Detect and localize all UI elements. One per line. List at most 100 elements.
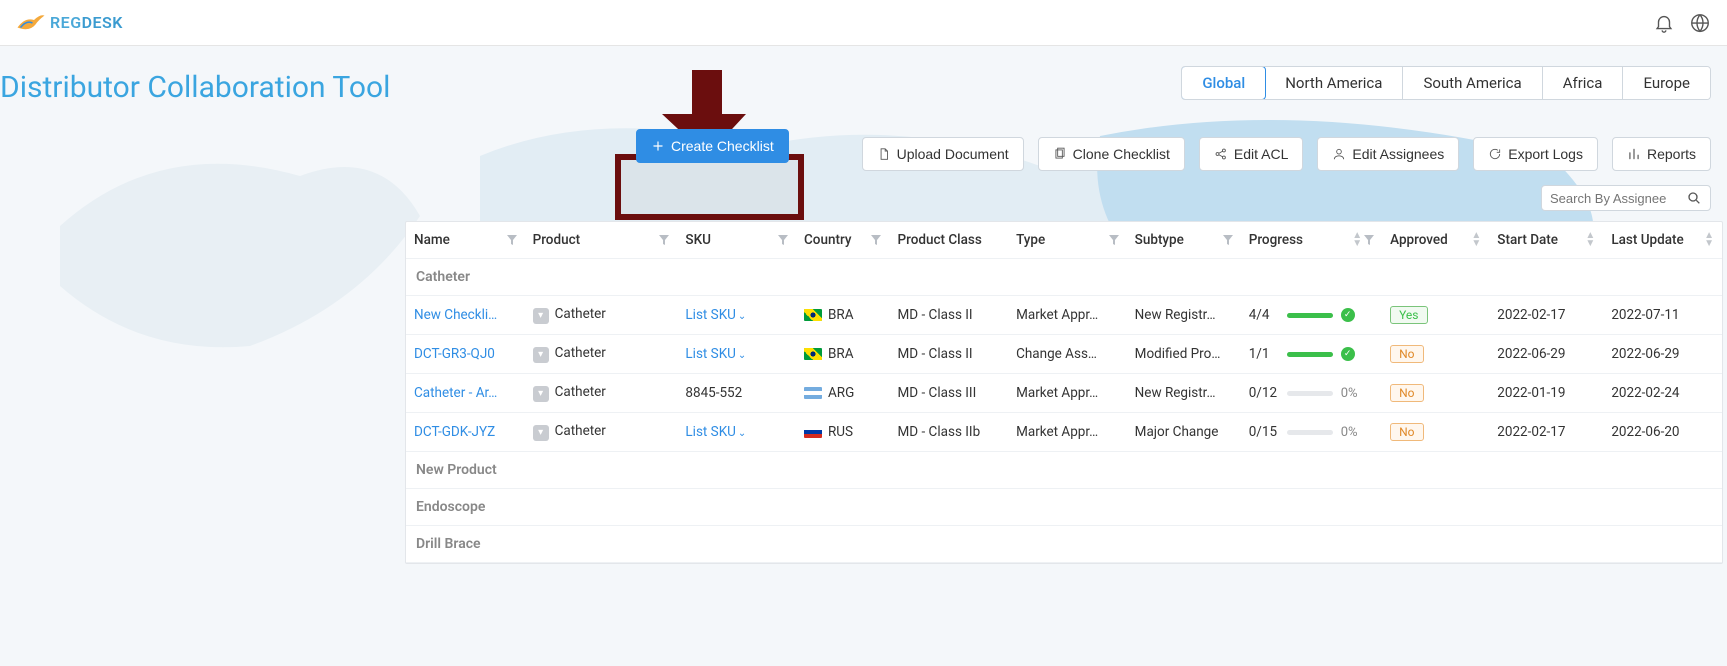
subtype-value: Modified Pro… — [1127, 335, 1241, 374]
sort-icon: ▲▼ — [1704, 232, 1714, 248]
group-row-new-product[interactable]: New Product — [406, 452, 1722, 489]
search-icon[interactable] — [1686, 190, 1702, 206]
region-tab-north-america[interactable]: North America — [1265, 67, 1403, 99]
file-upload-icon — [877, 147, 891, 161]
copy-icon — [1053, 147, 1067, 161]
country-code: BRA — [828, 307, 854, 323]
flag-icon — [804, 309, 822, 321]
type-value: Market Appr… — [1008, 413, 1127, 452]
group-row-endoscope[interactable]: Endoscope — [406, 489, 1722, 526]
table-row: New Checkli… ▾ Catheter List SKU⌄ BRA MD … — [406, 296, 1722, 335]
checklist-name-link[interactable]: New Checkli… — [414, 307, 497, 323]
filter-icon — [507, 235, 517, 245]
progress-cell: 0/120% — [1249, 385, 1374, 401]
last-update-value: 2022-06-29 — [1603, 335, 1722, 374]
country-code: BRA — [828, 346, 854, 362]
start-date-value: 2022-01-19 — [1489, 374, 1603, 413]
col-approved[interactable]: Approved▲▼ — [1382, 222, 1489, 259]
subtype-value: Major Change — [1127, 413, 1241, 452]
flag-icon — [804, 426, 822, 438]
product-value: Catheter — [555, 345, 606, 361]
start-date-value: 2022-02-17 — [1489, 413, 1603, 452]
product-class-value: MD - Class II — [889, 296, 1008, 335]
chevron-down-icon: ⌄ — [738, 428, 746, 439]
sort-icon: ▲▼ — [1352, 232, 1362, 248]
filter-icon — [1364, 235, 1374, 245]
col-product[interactable]: Product — [525, 222, 678, 259]
edit-acl-button[interactable]: Edit ACL — [1199, 137, 1303, 171]
export-logs-button[interactable]: Export Logs — [1473, 137, 1598, 171]
notifications-icon[interactable] — [1653, 12, 1675, 34]
archive-icon[interactable]: ▾ — [533, 425, 549, 441]
sku-link[interactable]: List SKU⌄ — [685, 424, 746, 440]
product-value: Catheter — [555, 384, 606, 400]
country-code: RUS — [828, 424, 853, 440]
last-update-value: 2022-06-20 — [1603, 413, 1722, 452]
refresh-icon — [1488, 147, 1502, 161]
table-row: DCT-GR3-QJ0 ▾ Catheter List SKU⌄ BRA MD -… — [406, 335, 1722, 374]
flag-icon — [804, 348, 822, 360]
approved-badge: No — [1390, 345, 1423, 363]
col-product-class[interactable]: Product Class — [889, 222, 1008, 259]
col-progress[interactable]: Progress▲▼ — [1241, 222, 1382, 259]
product-value: Catheter — [555, 306, 606, 322]
col-name[interactable]: Name — [406, 222, 525, 259]
group-row-catheter[interactable]: Catheter — [406, 259, 1722, 296]
approved-badge: No — [1390, 384, 1423, 402]
col-start-date[interactable]: Start Date▲▼ — [1489, 222, 1603, 259]
actions-row: Create Checklist Upload Document Clone C… — [0, 129, 1727, 171]
product-value: Catheter — [555, 423, 606, 439]
col-subtype[interactable]: Subtype — [1127, 222, 1241, 259]
sort-icon: ▲▼ — [1585, 232, 1595, 248]
sku-value: 8845-552 — [685, 385, 742, 401]
group-row-drill-brace[interactable]: Drill Brace — [406, 526, 1722, 563]
topbar: REGDESK — [0, 0, 1727, 46]
filter-icon — [1223, 235, 1233, 245]
checklist-name-link[interactable]: DCT-GDK-JYZ — [414, 424, 495, 440]
archive-icon[interactable]: ▾ — [533, 308, 549, 324]
logo[interactable]: REGDESK — [16, 12, 123, 34]
logo-bird-icon — [16, 12, 46, 34]
filter-icon — [659, 235, 669, 245]
region-tab-south-america[interactable]: South America — [1403, 67, 1542, 99]
product-class-value: MD - Class III — [889, 374, 1008, 413]
edit-assignees-button[interactable]: Edit Assignees — [1317, 137, 1459, 171]
globe-icon[interactable] — [1689, 12, 1711, 34]
flag-icon — [804, 387, 822, 399]
archive-icon[interactable]: ▾ — [533, 386, 549, 402]
col-type[interactable]: Type — [1008, 222, 1127, 259]
subtype-value: New Registr… — [1127, 374, 1241, 413]
approved-badge: No — [1390, 423, 1423, 441]
col-sku[interactable]: SKU — [677, 222, 796, 259]
sku-link[interactable]: List SKU⌄ — [685, 346, 746, 362]
col-country[interactable]: Country — [796, 222, 890, 259]
type-value: Change Ass… — [1008, 335, 1127, 374]
table-header-row: Name Product SKU Country Product Class T… — [406, 222, 1722, 259]
region-tab-africa[interactable]: Africa — [1543, 67, 1624, 99]
clone-checklist-button[interactable]: Clone Checklist — [1038, 137, 1185, 171]
checklist-name-link[interactable]: DCT-GR3-QJ0 — [414, 346, 495, 362]
search-assignee-input[interactable] — [1550, 191, 1686, 206]
checklist-name-link[interactable]: Catheter - Ar… — [414, 385, 497, 401]
archive-icon[interactable]: ▾ — [533, 347, 549, 363]
sku-link[interactable]: List SKU⌄ — [685, 307, 746, 323]
upload-document-button[interactable]: Upload Document — [862, 137, 1024, 171]
region-tabs: Global North America South America Afric… — [1181, 66, 1711, 100]
main-content: Distributor Collaboration Tool Global No… — [0, 46, 1727, 666]
reports-button[interactable]: Reports — [1612, 137, 1711, 171]
user-icon — [1332, 147, 1346, 161]
col-last-update[interactable]: Last Update▲▼ — [1603, 222, 1722, 259]
subtype-value: New Registr… — [1127, 296, 1241, 335]
last-update-value: 2022-07-11 — [1603, 296, 1722, 335]
share-icon — [1214, 147, 1228, 161]
chevron-down-icon: ⌄ — [738, 311, 746, 322]
table-row: Catheter - Ar… ▾Catheter 8845-552 ARG MD… — [406, 374, 1722, 413]
progress-cell: 0/150% — [1249, 424, 1374, 440]
region-tab-europe[interactable]: Europe — [1623, 67, 1710, 99]
create-checklist-button[interactable]: Create Checklist — [636, 129, 789, 163]
checklist-table: Name Product SKU Country Product Class T… — [405, 221, 1723, 564]
region-tab-global[interactable]: Global — [1181, 66, 1266, 100]
filter-icon — [1109, 235, 1119, 245]
product-class-value: MD - Class II — [889, 335, 1008, 374]
check-icon: ✓ — [1341, 308, 1355, 322]
